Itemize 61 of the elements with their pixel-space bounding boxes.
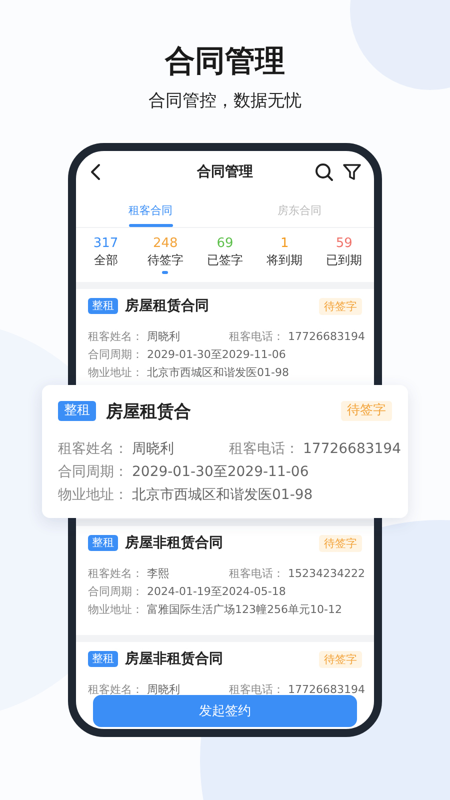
- field-label: 合同周期：: [58, 463, 128, 482]
- status-tag: 待签字: [341, 401, 392, 421]
- field-label: 租客姓名：: [58, 440, 128, 459]
- status-filter[interactable]: 1 将到期: [254, 228, 314, 282]
- field-label: 租客姓名：: [88, 329, 143, 345]
- field-value: 周晓利: [147, 329, 180, 345]
- field-value: 周晓利: [147, 682, 180, 698]
- page-title: 合同管理: [165, 43, 285, 81]
- status-label: 已签字: [206, 252, 243, 268]
- category-tag: 整租: [88, 535, 118, 551]
- field-label: 租客电话：: [229, 566, 284, 582]
- category-tag: 整租: [58, 401, 96, 421]
- status-tag: 待签字: [319, 534, 362, 552]
- status-filter[interactable]: 59 已到期: [314, 228, 374, 282]
- status-count: 317: [93, 236, 118, 252]
- status-count: 59: [336, 236, 352, 252]
- category-tag: 整租: [88, 651, 118, 667]
- field-label: 合同周期：: [88, 347, 143, 363]
- field-value: 15234234222: [288, 566, 365, 582]
- status-tag: 待签字: [319, 650, 362, 668]
- selected-indicator: [162, 271, 168, 274]
- contract-title: 房屋租赁合同: [125, 297, 209, 315]
- field-label: 物业地址：: [58, 486, 128, 505]
- contract-title: 房屋租赁合: [106, 400, 191, 422]
- field-label: 租客姓名：: [88, 682, 143, 698]
- field-label: 物业地址：: [88, 365, 143, 381]
- field-value: 2029-01-30至2029-11-06: [147, 347, 286, 363]
- page-subtitle: 合同管控，数据无忧: [148, 90, 302, 112]
- status-label: 将到期: [266, 252, 303, 268]
- filter-icon[interactable]: [342, 162, 362, 182]
- status-count: 69: [216, 236, 234, 252]
- status-count: 1: [280, 236, 289, 252]
- field-label: 租客电话：: [229, 440, 299, 459]
- field-value: 2029-01-30至2029-11-06: [132, 463, 309, 482]
- field-value: 2024-01-19至2024-05-18: [147, 584, 286, 600]
- field-label: 租客电话：: [229, 329, 284, 345]
- field-value: 周晓利: [132, 440, 174, 459]
- field-value: 李熙: [147, 566, 169, 582]
- status-filter[interactable]: 248 待签字: [136, 228, 196, 282]
- field-value: 北京市西城区和谐发医01-98: [147, 365, 289, 381]
- field-value: 北京市西城区和谐发医01-98: [132, 486, 313, 505]
- screen-title: 合同管理: [197, 164, 253, 180]
- field-label: 合同周期：: [88, 584, 143, 600]
- status-label: 已到期: [326, 252, 362, 268]
- field-label: 物业地址：: [88, 602, 143, 618]
- status-label: 全部: [94, 252, 118, 268]
- contract-title: 房屋非租赁合同: [125, 650, 223, 668]
- status-count: 248: [152, 236, 178, 252]
- category-tag: 整租: [88, 298, 118, 314]
- field-value: 17726683194: [303, 440, 401, 459]
- field-value: 17726683194: [288, 682, 365, 698]
- field-value: 富雅国际生活广场123幢256单元10-12: [147, 602, 342, 618]
- status-filter[interactable]: 69 已签字: [195, 228, 255, 282]
- status-label: 待签字: [147, 252, 184, 268]
- status-tag: 待签字: [319, 298, 362, 314]
- search-icon[interactable]: [314, 162, 334, 182]
- field-label: 租客姓名：: [88, 566, 143, 582]
- contract-title: 房屋非租赁合同: [125, 534, 223, 552]
- field-value: 17726683194: [288, 329, 365, 345]
- field-label: 租客电话：: [229, 682, 284, 698]
- status-filter[interactable]: 317 全部: [76, 228, 136, 282]
